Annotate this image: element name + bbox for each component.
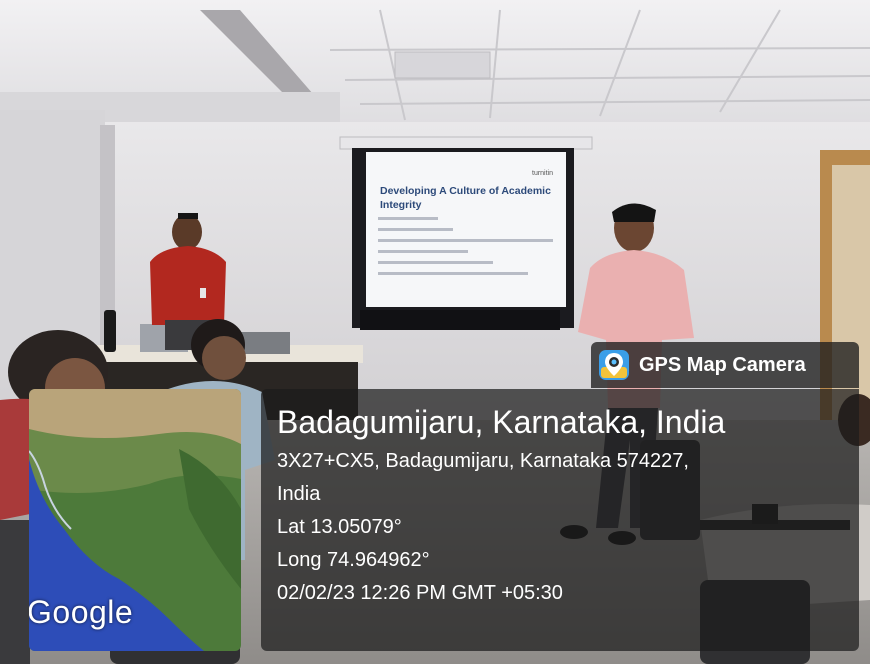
seminar-photo: turnitin Developing A Culture of Academi… — [0, 0, 870, 664]
water-bottle — [104, 310, 116, 352]
app-name-label: GPS Map Camera — [639, 353, 806, 376]
ceiling-light — [394, 51, 491, 79]
address-line-1: 3X27+CX5, Badagumijaru, Karnataka 574227… — [277, 450, 689, 472]
address-line-2: India — [277, 483, 321, 505]
gps-map-camera-badge: GPS Map Camera — [591, 342, 859, 388]
gps-map-camera-icon — [599, 350, 629, 380]
left-column — [0, 110, 105, 360]
address-block: 3X27+CX5, Badagumijaru, Karnataka 574227… — [277, 445, 859, 511]
screen-bottom-bar — [360, 310, 560, 330]
location-map-thumbnail[interactable]: Google — [29, 389, 241, 651]
longitude-value: Long 74.964962° — [277, 549, 430, 571]
latitude-value: Lat 13.05079° — [277, 516, 402, 538]
google-logo: Google — [29, 594, 134, 630]
slide-brand: turnitin — [532, 170, 553, 177]
screen-housing — [339, 136, 593, 150]
place-title: Badagumijaru, Karnataka, India — [277, 404, 726, 440]
timestamp-value: 02/02/23 12:26 PM GMT +05:30 — [277, 582, 563, 604]
slide-title-line1: Developing A Culture of Academic — [380, 185, 551, 197]
laptop-right — [238, 332, 290, 354]
slide-title-line2: Integrity — [380, 199, 422, 211]
gps-info-panel: Badagumijaru, Karnataka, India 3X27+CX5,… — [261, 389, 859, 651]
